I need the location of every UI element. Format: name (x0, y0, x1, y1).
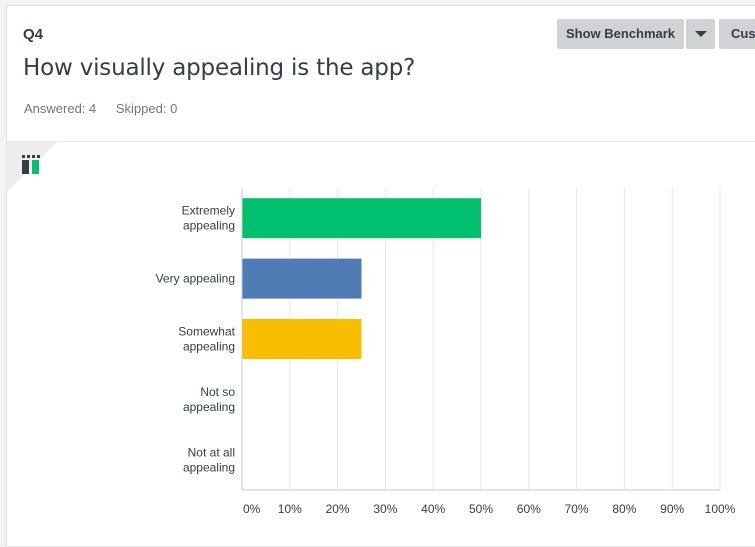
category-label: Not so (200, 385, 235, 399)
bar (242, 258, 362, 299)
bar-chart: ExtremelyappealingVery appealingSomewhat… (156, 188, 736, 516)
x-tick-label: 20% (326, 502, 350, 516)
x-tick-label: 100% (705, 502, 736, 516)
x-tick-label: 30% (373, 502, 397, 516)
x-tick-label: 80% (612, 502, 636, 516)
category-label: appealing (183, 340, 235, 354)
x-tick-label: 70% (565, 502, 589, 516)
category-label: Very appealing (156, 272, 235, 286)
bar (242, 198, 481, 239)
x-tick-label: 10% (278, 502, 302, 516)
x-tick-label: 90% (660, 502, 684, 516)
category-label: appealing (183, 219, 235, 233)
category-label: appealing (183, 400, 235, 414)
bar (242, 319, 362, 359)
x-tick-label: 0% (243, 502, 261, 516)
category-label: Extremely (182, 204, 235, 218)
x-tick-label: 40% (421, 502, 445, 516)
category-label: Not at all (188, 445, 235, 459)
x-tick-label: 50% (469, 502, 493, 516)
x-tick-label: 60% (517, 502, 541, 516)
category-label: appealing (183, 460, 235, 474)
category-label: Somewhat (178, 325, 235, 339)
question-card: Q4 How visually appealing is the app? An… (6, 5, 755, 547)
